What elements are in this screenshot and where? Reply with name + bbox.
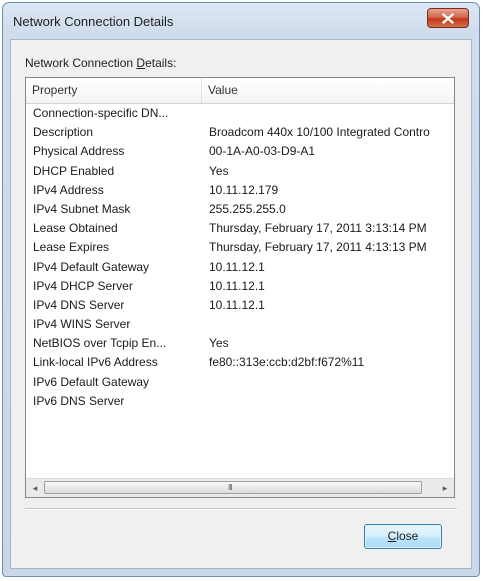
close-button-label: lose [396,529,419,543]
property-cell: IPv6 DNS Server [33,393,125,408]
details-listview[interactable]: Property Value Connection-specific DN...… [25,77,455,498]
listview-header: Property Value [26,78,454,104]
value-cell: 255.255.255.0 [209,201,286,216]
scroll-right-arrow-icon[interactable]: ▸ [437,480,453,496]
value-cell: Yes [209,163,229,178]
table-row[interactable]: IPv4 DHCP Server 10.11.12.1 [26,277,454,296]
value-cell: 10.11.12.179 [209,182,279,197]
table-row[interactable]: IPv4 WINS Server [26,315,454,334]
listview-rows: Connection-specific DN... Description Bro… [26,104,454,411]
column-header-property[interactable]: Property [26,78,202,103]
close-button[interactable]: Close [364,524,442,549]
horizontal-scrollbar[interactable]: ◂ III ▸ [26,478,454,497]
title-close-button[interactable] [427,8,469,28]
close-icon [442,13,454,24]
details-caption: Network Connection Details: [25,56,176,70]
table-row[interactable]: Lease Expires Thursday, February 17, 2011… [26,238,454,257]
value-cell: Thursday, February 17, 2011 4:13:13 PM [209,240,427,255]
separator-line [25,508,457,510]
table-row[interactable]: IPv6 DNS Server [26,392,454,411]
value-cell: 10.11.12.1 [209,259,265,274]
scrollbar-grip-icon: III [228,483,233,492]
table-row[interactable]: Physical Address 00-1A-A0-03-D9-A1 [26,142,454,161]
property-cell: Lease Obtained [33,221,118,236]
property-cell: IPv6 Default Gateway [33,374,150,389]
property-cell: IPv4 Subnet Mask [33,201,131,216]
table-row[interactable]: IPv4 Address 10.11.12.179 [26,181,454,200]
window-title: Network Connection Details [13,14,174,29]
table-row[interactable]: IPv4 DNS Server 10.11.12.1 [26,296,454,315]
property-cell: IPv4 DHCP Server [33,278,133,293]
scrollbar-thumb[interactable]: III [44,481,422,494]
table-row[interactable]: DHCP Enabled Yes [26,162,454,181]
property-cell: NetBIOS over Tcpip En... [33,336,167,351]
property-cell: IPv4 DNS Server [33,297,125,312]
value-cell: Thursday, February 17, 2011 3:13:14 PM [209,221,427,236]
table-row[interactable]: NetBIOS over Tcpip En... Yes [26,334,454,353]
table-row[interactable]: IPv4 Default Gateway 10.11.12.1 [26,258,454,277]
value-cell: 10.11.12.1 [209,297,265,312]
value-cell: Broadcom 440x 10/100 Integrated Contro [209,125,430,140]
caption-suffix: etails: [145,56,177,70]
dialog-window: Network Connection Details Network Conne… [2,2,480,577]
value-cell: 10.11.12.1 [209,278,265,293]
scroll-left-arrow-icon[interactable]: ◂ [27,480,43,496]
caption-accelerator: D [136,56,146,70]
property-cell: Link-local IPv6 Address [33,355,158,370]
table-row[interactable]: Description Broadcom 440x 10/100 Integrat… [26,123,454,142]
property-cell: DHCP Enabled [33,163,115,178]
value-cell: fe80::313e:ccb:d2bf:f672%11 [209,355,365,370]
table-row[interactable]: Connection-specific DN... [26,104,454,123]
caption-prefix: Network Connection [25,56,137,70]
property-cell: IPv4 WINS Server [33,317,131,332]
property-cell: IPv4 Address [33,182,104,197]
value-cell: Yes [209,336,229,351]
table-row[interactable]: Link-local IPv6 Address fe80::313e:ccb:d2… [26,353,454,372]
value-cell: 00-1A-A0-03-D9-A1 [209,144,316,159]
title-bar[interactable]: Network Connection Details [3,3,479,39]
table-row[interactable]: IPv4 Subnet Mask 255.255.255.0 [26,200,454,219]
property-cell: Lease Expires [33,240,110,255]
column-header-value[interactable]: Value [202,78,454,103]
property-cell: Connection-specific DN... [33,106,169,120]
property-cell: Physical Address [33,144,125,159]
table-row[interactable]: IPv6 Default Gateway [26,373,454,392]
property-cell: Description [33,125,94,140]
property-cell: IPv4 Default Gateway [33,259,150,274]
dialog-client-area: Network Connection Details: Property Val… [10,39,472,569]
table-row[interactable]: Lease Obtained Thursday, February 17, 201… [26,219,454,238]
